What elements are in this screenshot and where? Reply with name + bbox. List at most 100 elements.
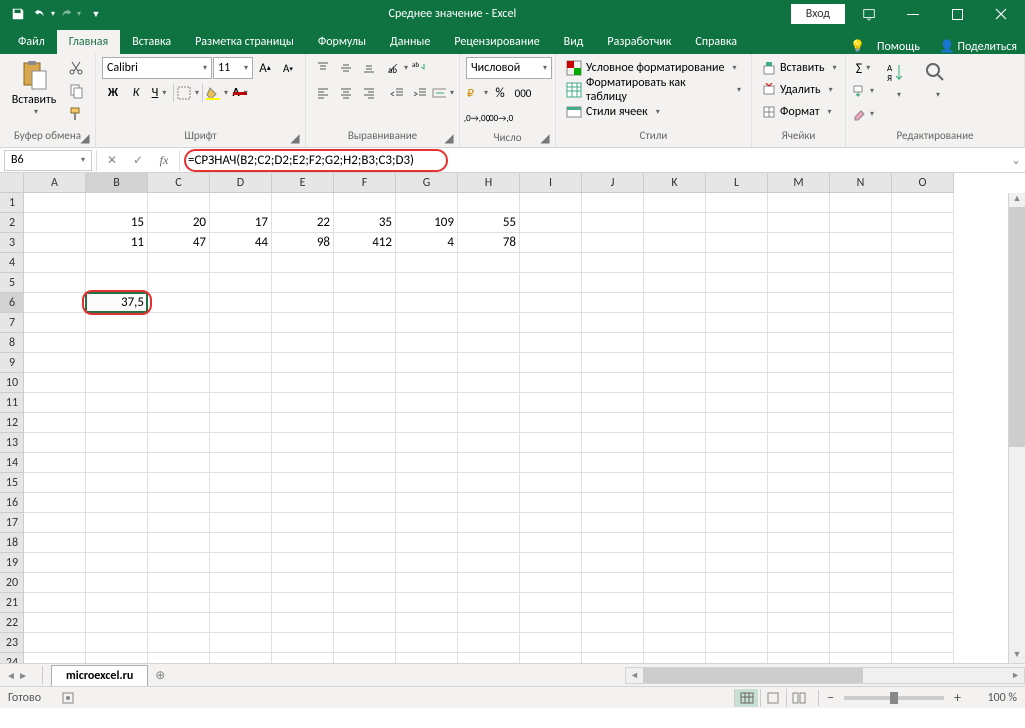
cell-G20[interactable] [396, 573, 458, 593]
merge-icon[interactable]: ▾ [432, 82, 454, 104]
col-header-B[interactable]: B [86, 173, 148, 193]
cell-F12[interactable] [334, 413, 396, 433]
cell-K20[interactable] [644, 573, 706, 593]
cell-G18[interactable] [396, 533, 458, 553]
cell-D6[interactable] [210, 293, 272, 313]
cell-O5[interactable] [892, 273, 954, 293]
cell-C19[interactable] [148, 553, 210, 573]
cell-A4[interactable] [24, 253, 86, 273]
cell-M15[interactable] [768, 473, 830, 493]
cell-F8[interactable] [334, 333, 396, 353]
cell-B15[interactable] [86, 473, 148, 493]
cell-B9[interactable] [86, 353, 148, 373]
zoom-in-icon[interactable]: + [954, 689, 961, 706]
cell-G14[interactable] [396, 453, 458, 473]
cell-D17[interactable] [210, 513, 272, 533]
cell-J17[interactable] [582, 513, 644, 533]
add-sheet-icon[interactable]: ⊕ [148, 668, 172, 683]
cell-A6[interactable] [24, 293, 86, 313]
col-header-O[interactable]: O [892, 173, 954, 193]
cell-O9[interactable] [892, 353, 954, 373]
cell-G6[interactable] [396, 293, 458, 313]
cell-K5[interactable] [644, 273, 706, 293]
cell-O22[interactable] [892, 613, 954, 633]
cell-O3[interactable] [892, 233, 954, 253]
cell-F9[interactable] [334, 353, 396, 373]
tab-help[interactable]: Справка [683, 30, 749, 54]
cell-K11[interactable] [644, 393, 706, 413]
cell-I18[interactable] [520, 533, 582, 553]
decrease-indent-icon[interactable] [386, 82, 408, 104]
cell-D3[interactable]: 44 [210, 233, 272, 253]
cell-E11[interactable] [272, 393, 334, 413]
font-size-select[interactable]: 11▾ [213, 57, 253, 79]
cell-L4[interactable] [706, 253, 768, 273]
cell-L1[interactable] [706, 193, 768, 213]
cell-A23[interactable] [24, 633, 86, 653]
cell-N17[interactable] [830, 513, 892, 533]
cell-I7[interactable] [520, 313, 582, 333]
cell-C18[interactable] [148, 533, 210, 553]
cell-D19[interactable] [210, 553, 272, 573]
cell-L24[interactable] [706, 653, 768, 663]
cell-H19[interactable] [458, 553, 520, 573]
cell-I23[interactable] [520, 633, 582, 653]
cell-K4[interactable] [644, 253, 706, 273]
cell-L14[interactable] [706, 453, 768, 473]
cell-L3[interactable] [706, 233, 768, 253]
cell-F24[interactable] [334, 653, 396, 663]
cell-F2[interactable]: 35 [334, 213, 396, 233]
cell-G11[interactable] [396, 393, 458, 413]
cell-O23[interactable] [892, 633, 954, 653]
format-table-button[interactable]: Форматировать как таблицу▾ [562, 79, 745, 101]
cell-G7[interactable] [396, 313, 458, 333]
autosum-icon[interactable]: Σ▾ [852, 57, 874, 79]
cell-B7[interactable] [86, 313, 148, 333]
row-header-2[interactable]: 2 [0, 213, 24, 233]
cell-J8[interactable] [582, 333, 644, 353]
cell-N4[interactable] [830, 253, 892, 273]
row-header-8[interactable]: 8 [0, 333, 24, 353]
cell-J15[interactable] [582, 473, 644, 493]
cell-A9[interactable] [24, 353, 86, 373]
cell-E7[interactable] [272, 313, 334, 333]
cell-J12[interactable] [582, 413, 644, 433]
cell-K6[interactable] [644, 293, 706, 313]
cell-G19[interactable] [396, 553, 458, 573]
decrease-font-icon[interactable]: A▾ [277, 57, 299, 79]
cell-M18[interactable] [768, 533, 830, 553]
cell-C17[interactable] [148, 513, 210, 533]
cell-I8[interactable] [520, 333, 582, 353]
orientation-icon[interactable]: ab▾ [386, 57, 408, 79]
cell-H9[interactable] [458, 353, 520, 373]
cell-H11[interactable] [458, 393, 520, 413]
cell-L15[interactable] [706, 473, 768, 493]
cell-J10[interactable] [582, 373, 644, 393]
cell-N15[interactable] [830, 473, 892, 493]
row-header-13[interactable]: 13 [0, 433, 24, 453]
cell-C15[interactable] [148, 473, 210, 493]
cell-E1[interactable] [272, 193, 334, 213]
cell-O15[interactable] [892, 473, 954, 493]
tab-insert[interactable]: Вставка [120, 30, 183, 54]
cell-E21[interactable] [272, 593, 334, 613]
cells-area[interactable]: 1520172235109551147449841247837,5 [24, 193, 1025, 663]
close-icon[interactable] [981, 1, 1021, 27]
cell-D21[interactable] [210, 593, 272, 613]
cell-K9[interactable] [644, 353, 706, 373]
col-header-L[interactable]: L [706, 173, 768, 193]
row-header-17[interactable]: 17 [0, 513, 24, 533]
cell-I2[interactable] [520, 213, 582, 233]
cell-J1[interactable] [582, 193, 644, 213]
cell-H4[interactable] [458, 253, 520, 273]
cell-C24[interactable] [148, 653, 210, 663]
login-button[interactable]: Вход [791, 4, 845, 24]
cell-A7[interactable] [24, 313, 86, 333]
sort-filter-icon[interactable]: АЯ [881, 57, 913, 89]
cell-F14[interactable] [334, 453, 396, 473]
format-painter-icon[interactable] [65, 103, 87, 125]
cell-A24[interactable] [24, 653, 86, 663]
cell-B13[interactable] [86, 433, 148, 453]
cell-J9[interactable] [582, 353, 644, 373]
cell-E6[interactable] [272, 293, 334, 313]
